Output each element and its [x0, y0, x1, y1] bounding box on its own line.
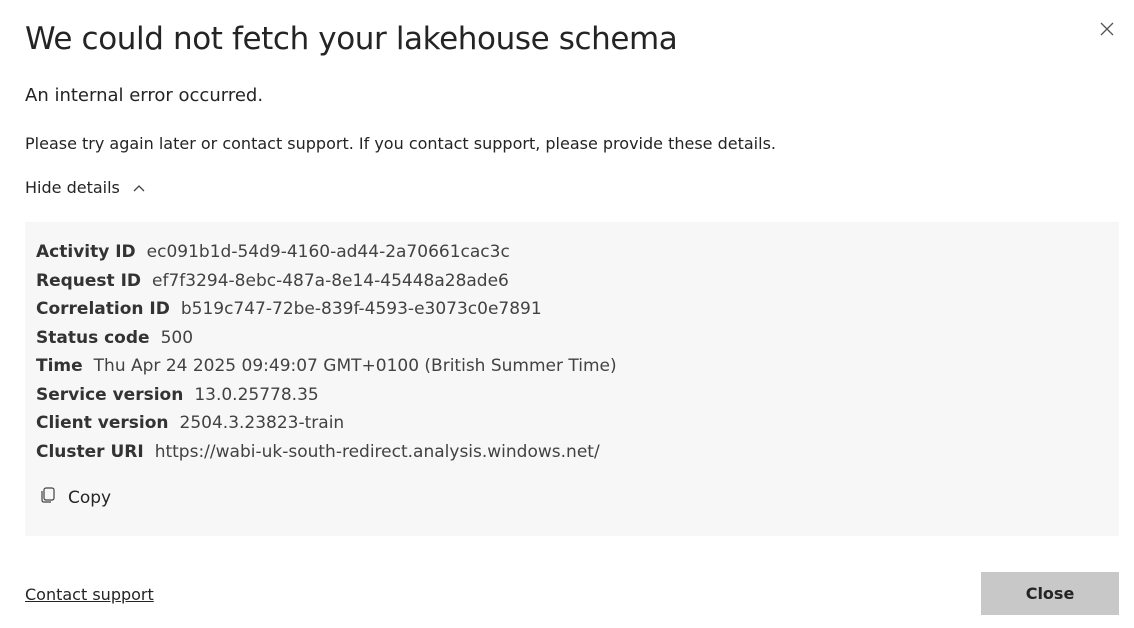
detail-row-activity-id: Activity ID ec091b1d-54d9-4160-ad44-2a70…	[36, 238, 1108, 267]
copy-icon	[39, 486, 57, 504]
error-subtitle: An internal error occurred.	[25, 85, 264, 106]
detail-label: Request ID	[36, 270, 142, 291]
detail-label: Cluster URI	[36, 441, 144, 462]
detail-value: Thu Apr 24 2025 09:49:07 GMT+0100 (Briti…	[93, 356, 617, 377]
error-details-panel: Activity ID ec091b1d-54d9-4160-ad44-2a70…	[25, 222, 1119, 536]
error-message: Please try again later or contact suppor…	[25, 134, 776, 153]
error-dialog: We could not fetch your lakehouse schema…	[0, 0, 1134, 628]
close-icon[interactable]	[1096, 18, 1118, 40]
detail-value: b519c747-72be-839f-4593-e3073c0e7891	[180, 299, 542, 320]
hide-details-label: Hide details	[25, 178, 120, 197]
detail-label: Activity ID	[36, 242, 136, 263]
detail-value: ec091b1d-54d9-4160-ad44-2a70661cac3c	[146, 242, 510, 263]
copy-button[interactable]: Copy	[39, 486, 112, 508]
detail-row-request-id: Request ID ef7f3294-8ebc-487a-8e14-45448…	[36, 267, 1108, 296]
detail-row-service-version: Service version 13.0.25778.35	[36, 381, 1108, 410]
detail-value: ef7f3294-8ebc-487a-8e14-45448a28ade6	[152, 270, 509, 291]
detail-label: Time	[36, 356, 83, 377]
contact-support-link[interactable]: Contact support	[25, 583, 154, 607]
detail-label: Client version	[36, 413, 169, 434]
detail-row-time: Time Thu Apr 24 2025 09:49:07 GMT+0100 (…	[36, 352, 1108, 381]
close-icon-glyph	[1100, 22, 1114, 36]
dialog-title: We could not fetch your lakehouse schema	[25, 21, 678, 57]
copy-label: Copy	[68, 488, 112, 508]
chevron-up-icon	[132, 181, 146, 195]
detail-row-status-code: Status code 500	[36, 324, 1108, 353]
detail-label: Correlation ID	[36, 299, 170, 320]
close-button[interactable]: Close	[981, 572, 1119, 615]
detail-row-client-version: Client version 2504.3.23823-train	[36, 409, 1108, 438]
detail-row-cluster-uri: Cluster URI https://wabi-uk-south-redire…	[36, 438, 1108, 467]
detail-row-correlation-id: Correlation ID b519c747-72be-839f-4593-e…	[36, 295, 1108, 324]
detail-value: 500	[160, 327, 194, 348]
detail-value: 2504.3.23823-train	[179, 413, 345, 434]
detail-value: 13.0.25778.35	[194, 384, 319, 405]
detail-value: https://wabi-uk-south-redirect.analysis.…	[154, 441, 600, 462]
detail-label: Status code	[36, 327, 150, 348]
detail-label: Service version	[36, 384, 184, 405]
hide-details-toggle[interactable]: Hide details	[25, 176, 146, 200]
